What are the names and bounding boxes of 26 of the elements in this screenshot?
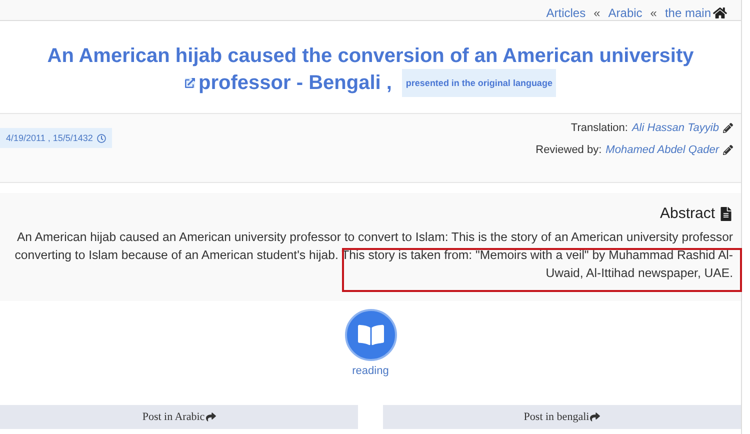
language-badge: presented in the original language xyxy=(402,69,556,97)
share-arrow-icon xyxy=(590,412,600,422)
breadcrumb-link[interactable]: Arabic xyxy=(608,6,642,20)
breadcrumb-link[interactable]: the main xyxy=(664,6,711,20)
home-icon[interactable] xyxy=(713,6,727,20)
article-title: professor - Bengali , xyxy=(198,71,392,96)
credit-label: Reviewed by: xyxy=(536,144,602,156)
document-icon xyxy=(719,206,733,220)
credit-name-link[interactable]: Mohamed Abdel Qader xyxy=(606,144,719,156)
post-button[interactable]: Post in Arabic xyxy=(0,405,358,429)
share-arrow-icon xyxy=(206,412,216,422)
external-link-icon[interactable] xyxy=(184,78,195,88)
book-icon[interactable] xyxy=(344,309,396,361)
clock-icon xyxy=(96,134,106,142)
breadcrumb-separator: « xyxy=(594,6,600,20)
pencil-icon xyxy=(723,145,733,155)
credit-label: Translation: xyxy=(570,122,628,134)
breadcrumb-separator: « xyxy=(650,6,657,20)
credit-name-link[interactable]: Ali Hassan Tayyib xyxy=(632,122,719,134)
pencil-icon xyxy=(723,123,733,133)
article-title: An American hijab caused the conversion of an American university xyxy=(47,44,694,69)
reading-link[interactable]: reading xyxy=(352,365,389,377)
abstract-heading: Abstract xyxy=(660,205,715,222)
post-button[interactable]: Post in bengali xyxy=(383,405,741,429)
breadcrumb-link[interactable]: Articles xyxy=(546,6,586,20)
date-tag: 4/19/2011 , 15/5/1432 xyxy=(0,128,112,148)
